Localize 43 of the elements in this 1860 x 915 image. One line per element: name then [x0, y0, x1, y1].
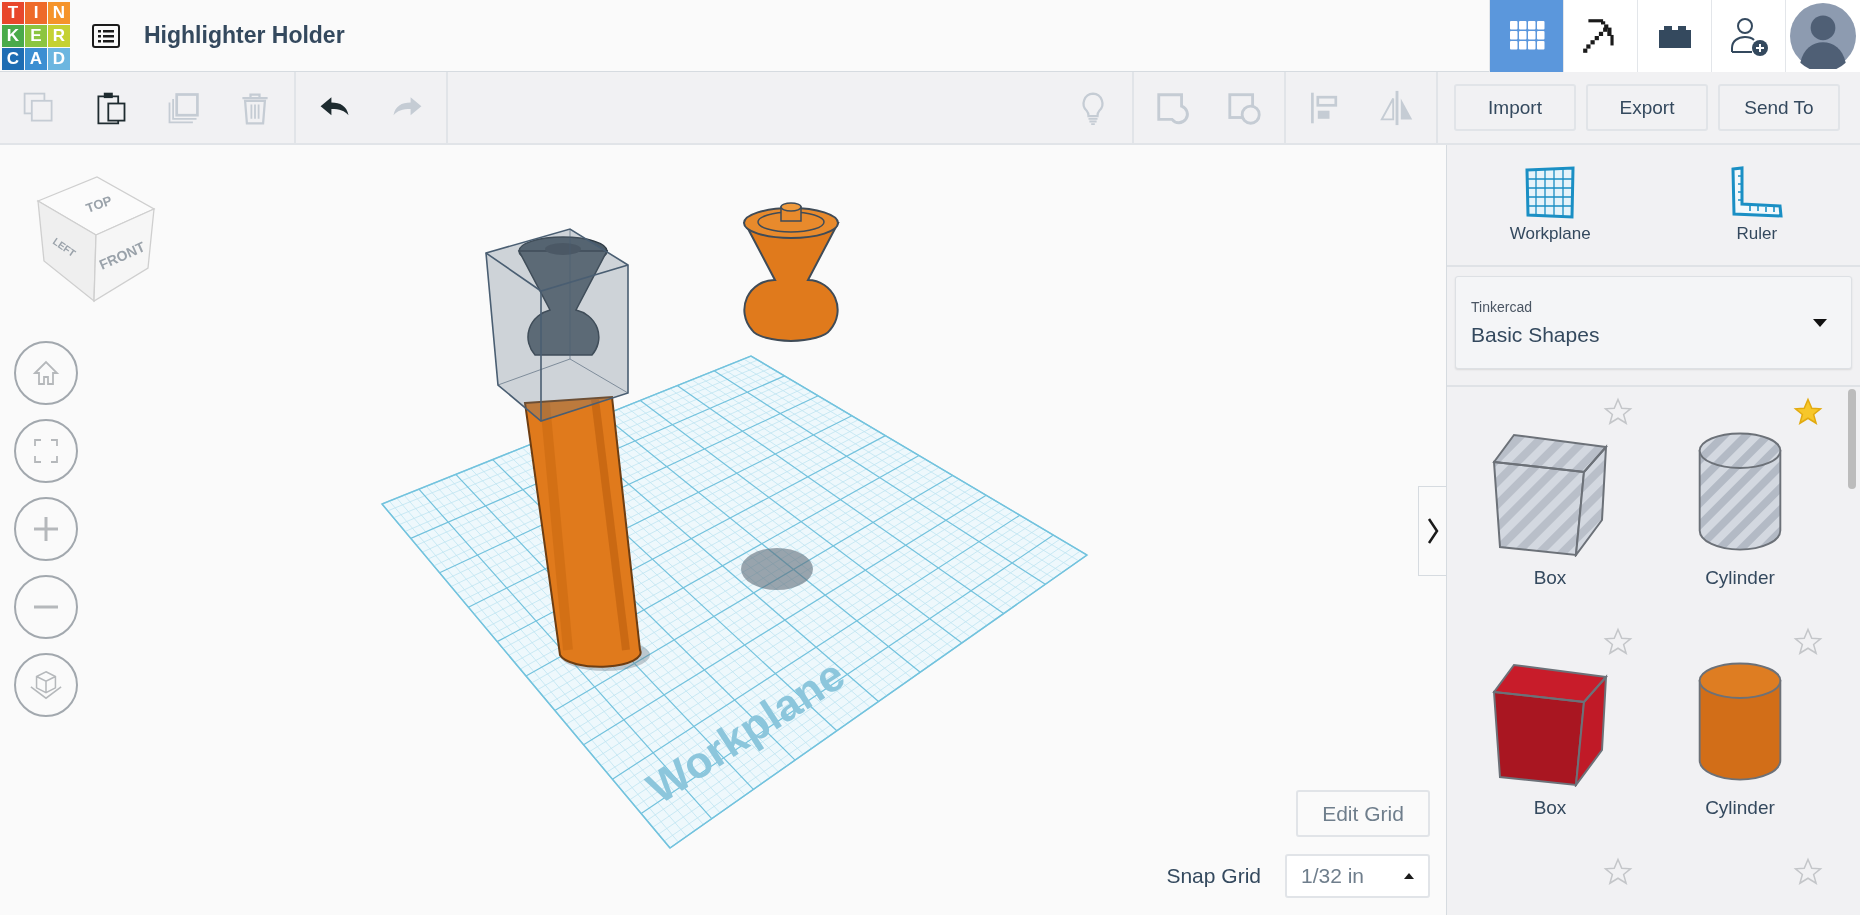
- star-outline-icon[interactable]: [1603, 857, 1633, 887]
- cube-icon: [29, 668, 63, 702]
- star-outline-icon[interactable]: [1603, 627, 1633, 657]
- shape-tile[interactable]: Box: [1455, 617, 1645, 847]
- star-outline-icon[interactable]: [1793, 627, 1823, 657]
- star-filled-icon[interactable]: [1793, 397, 1823, 427]
- chevron-right-icon: [1426, 517, 1439, 545]
- pickaxe-view-tab[interactable]: [1563, 0, 1637, 72]
- selection-box[interactable]: [485, 228, 629, 422]
- shape-library-dropdown[interactable]: Tinkercad Basic Shapes: [1455, 276, 1852, 369]
- logo-tiles[interactable]: T I N K E R C A D: [2, 1, 70, 70]
- shadow-ellipse: [741, 548, 813, 590]
- bricks-view-tab[interactable]: [1637, 0, 1711, 72]
- caret-down-icon: [1813, 318, 1827, 327]
- list-icon[interactable]: [92, 23, 120, 48]
- design-title[interactable]: Highlighter Holder: [144, 22, 345, 49]
- add-user-view-tab[interactable]: [1711, 0, 1785, 72]
- hourglass-object[interactable]: [743, 202, 839, 342]
- caret-up-icon: [1404, 873, 1414, 879]
- panel-collapse-tab[interactable]: [1418, 486, 1446, 576]
- snap-grid-dropdown[interactable]: 1/32 in: [1285, 854, 1430, 898]
- action-button[interactable]: Send To: [1718, 84, 1840, 131]
- plus-icon: [31, 514, 61, 544]
- action-button[interactable]: Import: [1454, 84, 1576, 131]
- ruler-icon: [1729, 166, 1784, 220]
- fit-view-icon: [31, 436, 61, 466]
- action-button[interactable]: Export: [1586, 84, 1708, 131]
- shape-tile[interactable]: Cylinder: [1645, 387, 1835, 617]
- edit-grid-button[interactable]: Edit Grid: [1296, 790, 1430, 837]
- shape-tile[interactable]: Cylinder: [1645, 617, 1835, 847]
- star-outline-icon[interactable]: [1793, 857, 1823, 887]
- workplane-tool-button[interactable]: Workplane: [1447, 145, 1654, 265]
- home-icon: [31, 358, 61, 388]
- star-outline-icon[interactable]: [1603, 397, 1633, 427]
- hourglass-object[interactable]: [518, 236, 608, 356]
- shape-tile[interactable]: Box: [1455, 387, 1645, 617]
- minus-icon: [31, 605, 61, 609]
- ruler-tool-button[interactable]: Ruler: [1653, 145, 1860, 265]
- workplane-grid-icon: [1524, 166, 1577, 220]
- cylinder-object[interactable]: [524, 396, 642, 668]
- snap-grid-label: Snap Grid: [1166, 864, 1261, 888]
- avatar-silhouette[interactable]: [1790, 2, 1856, 69]
- scrollbar-thumb[interactable]: [1848, 389, 1856, 489]
